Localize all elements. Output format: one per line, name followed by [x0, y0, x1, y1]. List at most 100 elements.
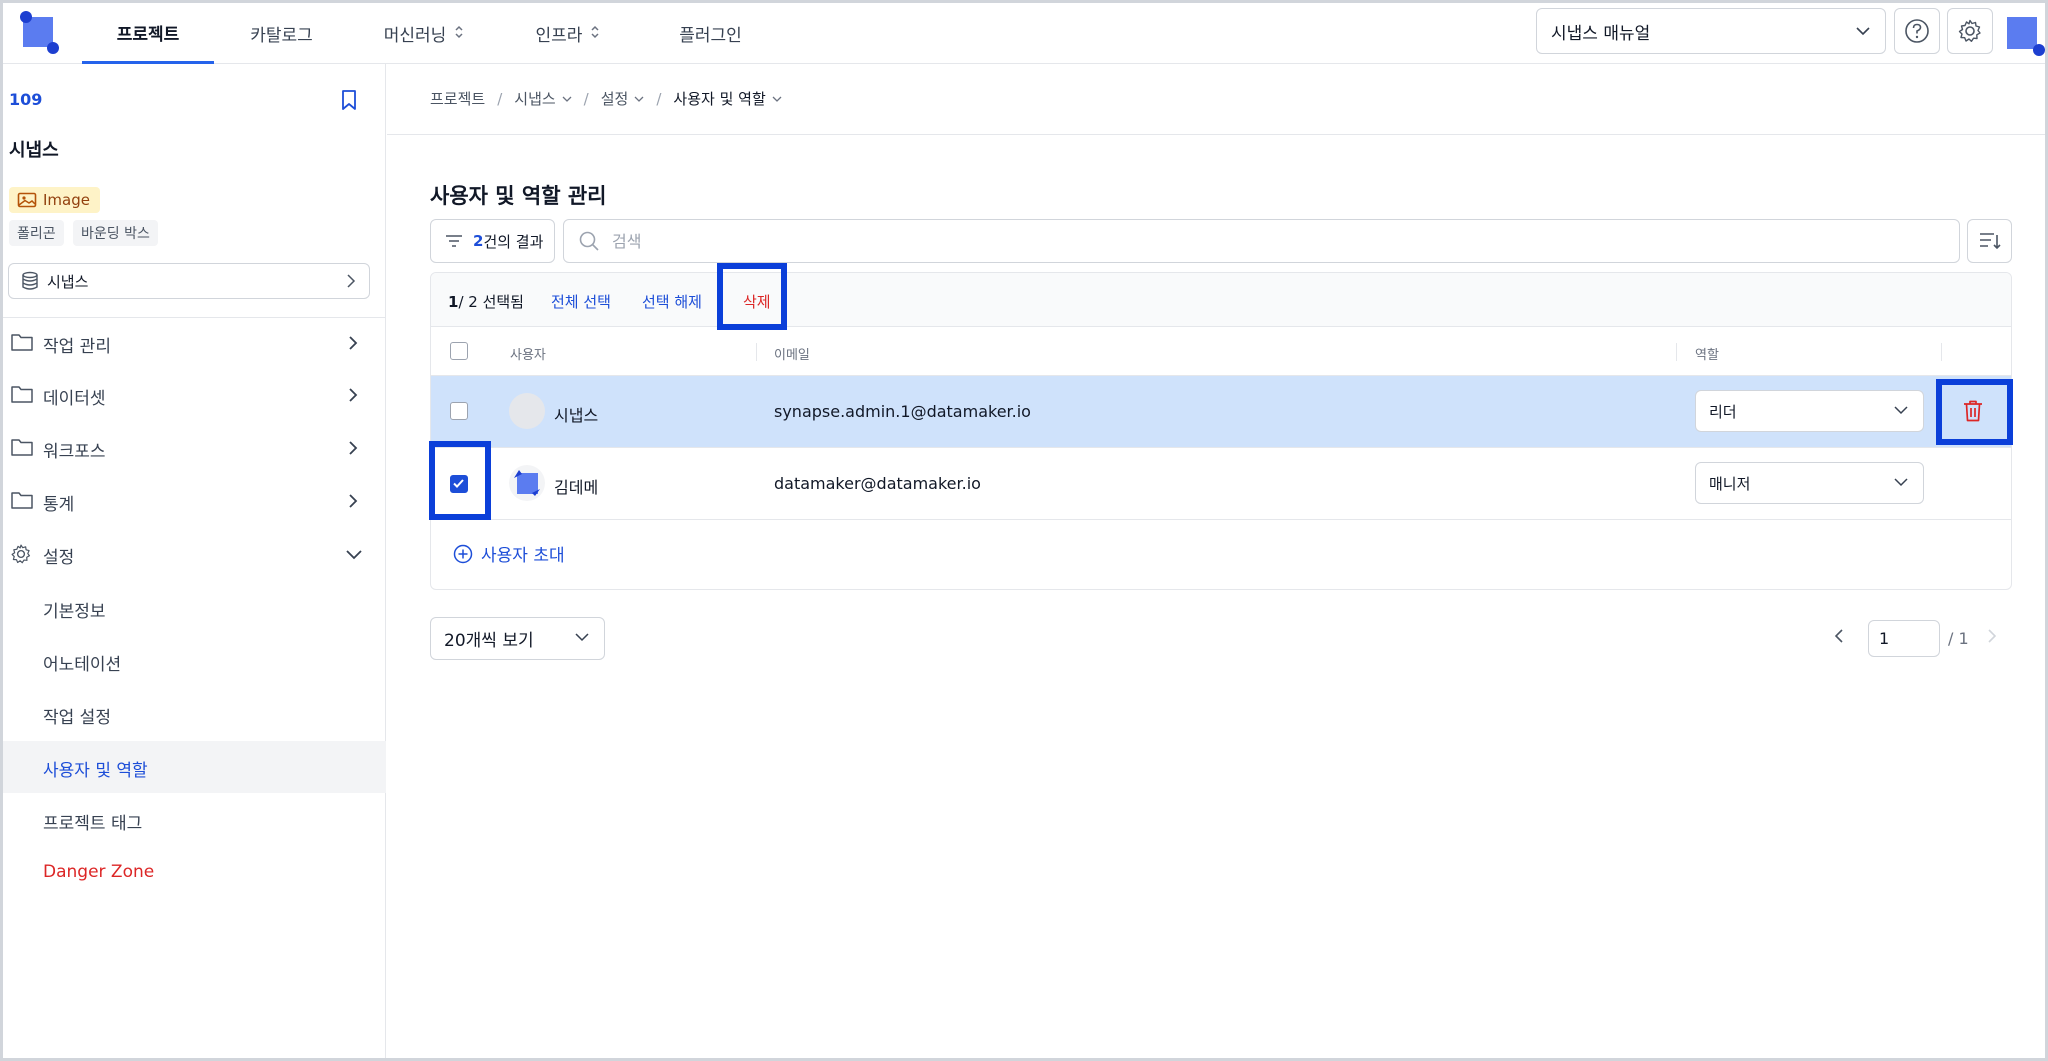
app-logo-icon[interactable] [13, 9, 61, 57]
selected-total: / 2 선택됨 [458, 293, 524, 311]
chevron-down-icon [346, 550, 362, 560]
sort-button[interactable] [1967, 219, 2012, 263]
result-count: 2 [473, 232, 484, 250]
gear-icon [1958, 19, 1981, 42]
chevron-left-icon[interactable] [1833, 627, 1845, 645]
nav-tab-infra[interactable]: 인프라 [513, 3, 623, 64]
select-all-checkbox[interactable] [450, 342, 468, 360]
selection-bar: 1/ 2 선택됨 전체 선택 선택 해제 삭제 [431, 273, 2011, 327]
search-box [563, 219, 1960, 263]
user-name: 시냅스 [554, 406, 599, 425]
chevron-down-icon[interactable] [772, 95, 782, 103]
breadcrumb: 프로젝트 / 시냅스 / 설정 / 사용자 및 역할 [430, 88, 782, 109]
project-name: 시냅스 [9, 140, 59, 161]
nav-tab-label: 인프라 [535, 26, 583, 46]
manual-select-value: 시냅스 매뉴얼 [1551, 23, 1651, 44]
breadcrumb-separator: / [497, 89, 503, 108]
sidebar-subitem-label: 기본정보 [43, 602, 106, 622]
sidebar-item-statistics[interactable]: 통계 [3, 476, 386, 526]
chevron-right-icon[interactable] [1986, 627, 1998, 645]
user-email: synapse.admin.1@datamaker.io [774, 402, 1031, 421]
column-divider [1941, 343, 1942, 361]
table-row[interactable]: 김데메 datamaker@datamaker.io 매니저 [431, 448, 2011, 520]
sidebar-subitem-project-tags[interactable]: 프로젝트 태그 [3, 794, 386, 846]
page-size-select[interactable]: 20개씩 보기 [430, 617, 605, 660]
sidebar-item-dataset[interactable]: 데이터셋 [3, 370, 386, 420]
sidebar-subitem-basic-info[interactable]: 기본정보 [3, 582, 386, 634]
select-all-button[interactable]: 전체 선택 [551, 291, 611, 312]
chevron-right-icon [349, 441, 358, 455]
column-header-user: 사용자 [510, 348, 546, 363]
sidebar-subitem-label: 작업 설정 [43, 708, 111, 728]
result-count-label: 건의 결과 [483, 232, 544, 251]
sidebar: 109 시냅스 Image 폴리곤 바운딩 박스 시냅스 작업 관리 데이터셋 … [3, 64, 386, 1058]
sidebar-subitem-task-settings[interactable]: 작업 설정 [3, 688, 386, 740]
page-size-value: 20개씩 보기 [444, 631, 534, 651]
breadcrumb-item-projects[interactable]: 프로젝트 [430, 88, 485, 109]
role-select[interactable]: 리더 [1695, 390, 1924, 432]
row-checkbox[interactable] [450, 475, 468, 493]
user-name: 김데메 [554, 478, 599, 497]
help-button[interactable] [1894, 8, 1940, 54]
user-email: datamaker@datamaker.io [774, 474, 981, 493]
nav-tab-projects[interactable]: 프로젝트 [82, 3, 214, 64]
sidebar-subitem-annotation[interactable]: 어노테이션 [3, 635, 386, 687]
page-number-input[interactable] [1868, 620, 1940, 657]
row-checkbox[interactable] [450, 402, 468, 420]
breadcrumb-separator: / [583, 89, 589, 108]
sidebar-item-label: 작업 관리 [43, 337, 111, 357]
trash-icon[interactable] [1962, 399, 1984, 423]
column-header-role: 역할 [1695, 348, 1719, 363]
deselect-button[interactable]: 선택 해제 [642, 291, 702, 312]
chevron-down-icon[interactable] [634, 95, 644, 103]
sidebar-subitem-label: 어노테이션 [43, 655, 122, 675]
manual-select[interactable]: 시냅스 매뉴얼 [1536, 8, 1886, 54]
image-icon [17, 192, 37, 208]
sidebar-subitem-users-roles[interactable]: 사용자 및 역할 [3, 741, 386, 793]
chevron-down-icon[interactable] [562, 95, 572, 103]
settings-button[interactable] [1947, 8, 1993, 54]
invite-user-button[interactable]: 사용자 초대 [453, 541, 565, 566]
nav-tab-machine-learning[interactable]: 머신러닝 [359, 3, 489, 64]
database-icon [22, 271, 38, 290]
search-input[interactable] [612, 231, 1912, 251]
chevron-updown-icon [454, 25, 464, 42]
role-select[interactable]: 매니저 [1695, 462, 1924, 504]
sidebar-subitem-danger-zone[interactable]: Danger Zone [3, 847, 386, 899]
filter-icon [446, 235, 462, 247]
nav-tab-label: 머신러닝 [383, 26, 447, 46]
users-table: 1/ 2 선택됨 전체 선택 선택 해제 삭제 사용자 이메일 역할 시냅스 s… [430, 272, 2012, 590]
breadcrumb-item-settings[interactable]: 설정 [601, 88, 629, 109]
delete-selected-button[interactable]: 삭제 [743, 291, 771, 312]
nav-tab-label: 플러그인 [679, 26, 742, 46]
chevron-right-icon [349, 388, 358, 402]
nav-tab-plugins[interactable]: 플러그인 [658, 3, 763, 64]
breadcrumb-item-current: 사용자 및 역할 [673, 90, 766, 108]
selected-count: 1 [448, 293, 459, 311]
table-row[interactable]: 시냅스 synapse.admin.1@datamaker.io 리더 [431, 376, 2011, 448]
sidebar-item-settings[interactable]: 설정 [3, 529, 386, 579]
avatar [509, 393, 545, 429]
chevron-right-icon [349, 336, 358, 350]
sidebar-item-task-management[interactable]: 작업 관리 [3, 318, 386, 368]
page-total: / 1 [1948, 629, 1969, 648]
selection-count: 1/ 2 선택됨 [448, 291, 524, 312]
nav-tab-catalog[interactable]: 카탈로그 [224, 3, 339, 64]
column-divider [1676, 343, 1677, 361]
sidebar-item-workforce[interactable]: 워크포스 [3, 423, 386, 473]
folder-icon [11, 492, 33, 509]
gear-icon [11, 544, 31, 564]
page-title: 사용자 및 역할 관리 [430, 184, 607, 208]
bookmark-icon[interactable] [339, 88, 359, 112]
sidebar-item-label: 통계 [43, 495, 75, 515]
breadcrumb-item-project[interactable]: 시냅스 [514, 88, 555, 109]
search-icon [579, 231, 599, 251]
avatar [509, 465, 545, 501]
breadcrumb-separator: / [656, 89, 662, 108]
project-id: 109 [9, 90, 43, 109]
filter-button[interactable]: 2 건의 결과 [430, 219, 555, 263]
column-header-email: 이메일 [774, 348, 810, 363]
user-avatar-icon[interactable] [2001, 9, 2045, 57]
dataset-link[interactable]: 시냅스 [8, 263, 370, 299]
chevron-right-icon [347, 274, 356, 288]
